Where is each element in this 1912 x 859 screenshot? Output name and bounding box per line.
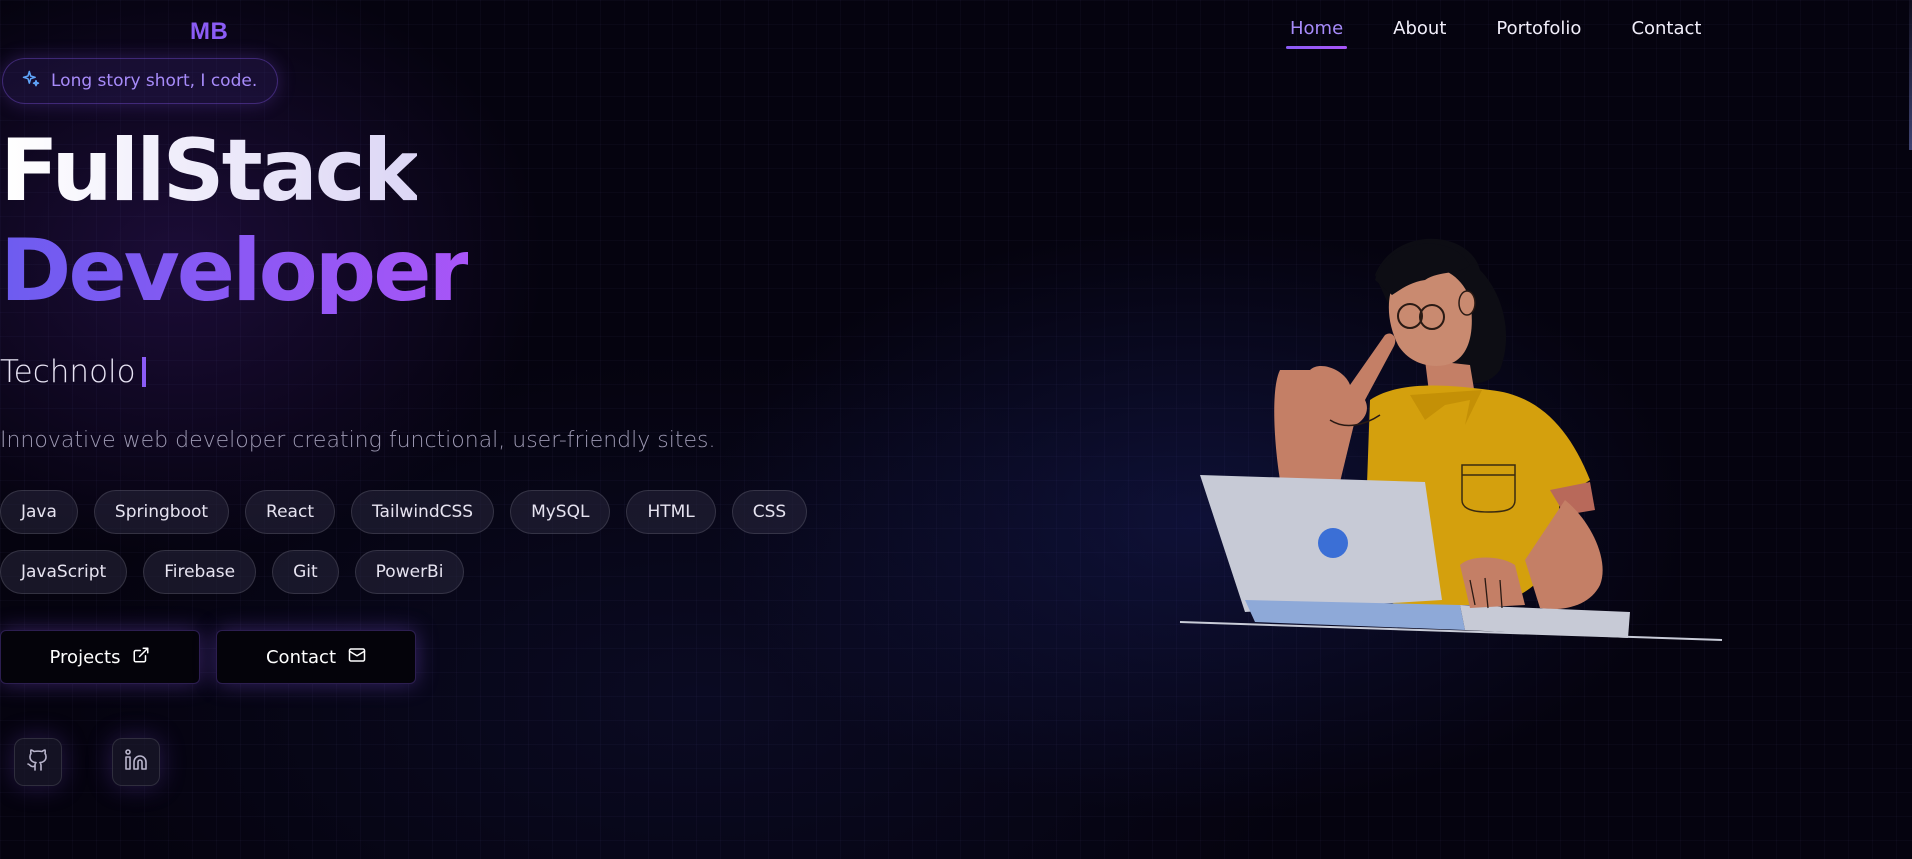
nav-item-home[interactable]: Home [1285, 18, 1348, 49]
skill-tag: Git [272, 550, 339, 594]
contact-button[interactable]: Contact [216, 630, 416, 684]
skill-tag: CSS [731, 490, 808, 534]
page: MB Home About Portofolio Contact Long st… [0, 0, 1912, 859]
sparkle-icon [21, 69, 41, 94]
skill-tag: HTML [626, 490, 716, 534]
hero-title-line2: Developer [0, 221, 471, 321]
badge-text: Long story short, I code. [51, 71, 258, 91]
projects-button-label: Projects [49, 646, 121, 668]
skill-tag: TailwindCSS [350, 490, 495, 534]
linkedin-link[interactable] [112, 738, 160, 786]
contact-button-label: Contact [265, 646, 337, 668]
github-icon [26, 748, 50, 776]
nav-item-portofolio[interactable]: Portofolio [1496, 18, 1581, 49]
nav-item-contact[interactable]: Contact [1631, 18, 1701, 49]
projects-button[interactable]: Projects [0, 630, 200, 684]
nav-item-about[interactable]: About [1393, 18, 1446, 49]
github-link[interactable] [14, 738, 62, 786]
hero-tagline: Innovative web developer creating functi… [0, 428, 716, 453]
hero-badge: Long story short, I code. [2, 58, 279, 104]
skill-tag: Springboot [93, 490, 230, 534]
skill-tag: Firebase [143, 550, 257, 594]
typed-text-value: Technolo [0, 354, 136, 390]
typed-text: Technolo [0, 354, 146, 390]
skill-tag: PowerBi [354, 550, 465, 594]
skill-tag: MySQL [510, 490, 611, 534]
mail-icon [348, 646, 366, 669]
typing-cursor [141, 357, 146, 387]
external-link-icon [132, 646, 150, 669]
main-nav: Home About Portofolio Contact [1285, 18, 1751, 49]
site-logo[interactable]: MB [190, 18, 228, 46]
skill-tag: JavaScript [0, 550, 128, 594]
skill-tags: Java Springboot React TailwindCSS MySQL … [0, 490, 840, 594]
linkedin-icon [124, 748, 148, 776]
developer-illustration [1170, 220, 1730, 660]
hero-title-line1: FullStack [0, 121, 420, 221]
skill-tag: React [245, 490, 335, 534]
skill-tag: Java [0, 490, 78, 534]
